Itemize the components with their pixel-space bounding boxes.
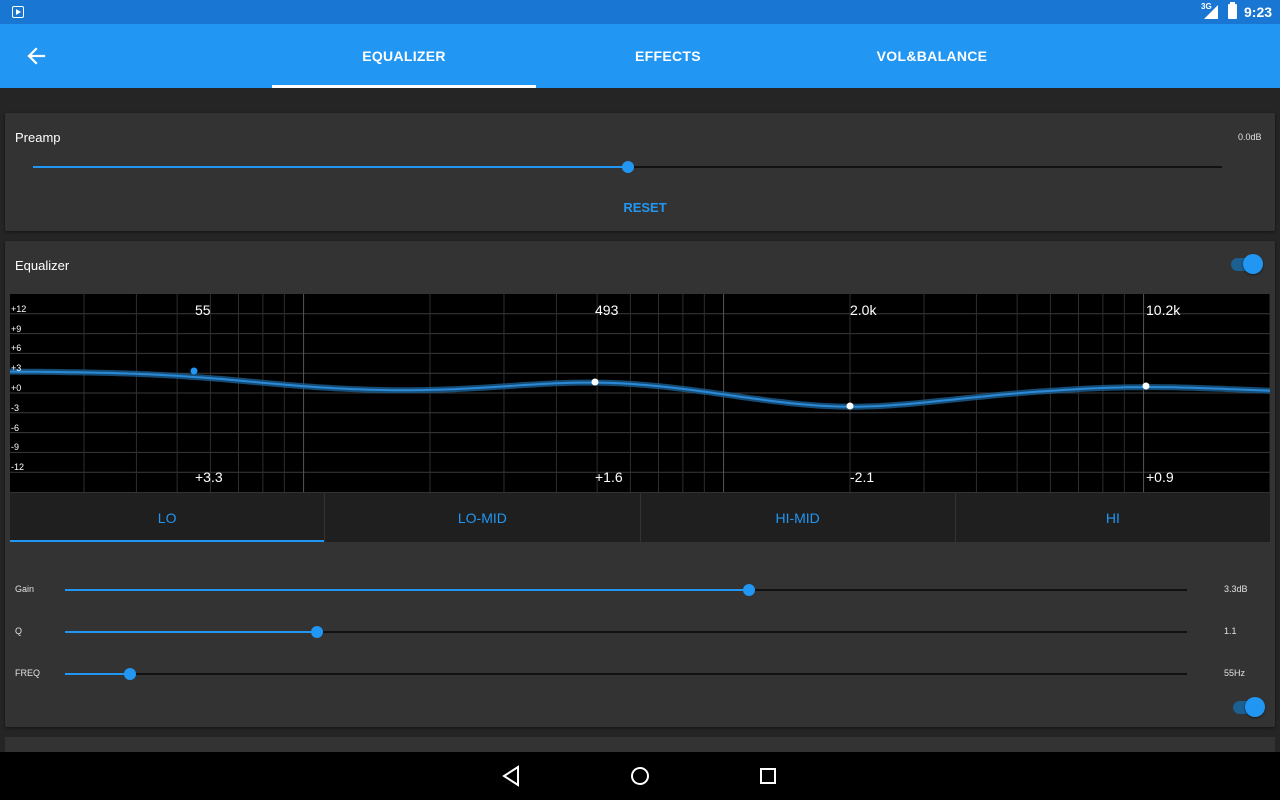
status-bar: 3G 9:23 (0, 0, 1280, 24)
band-tab-hi-mid[interactable]: HI-MID (641, 493, 956, 542)
band-tabs: LO LO-MID HI-MID HI (10, 493, 1270, 542)
band-gain-label: -2.1 (850, 469, 875, 485)
freq-slider[interactable] (65, 664, 1187, 684)
equalizer-title: Equalizer (15, 258, 70, 273)
band-marker (1142, 382, 1150, 390)
freq-value: 55Hz (1224, 668, 1246, 678)
eq-response-graph[interactable]: +12 +9 +6 +3 +0 -3 -6 -9 -12 55 493 2.0k… (10, 294, 1270, 492)
circle-home-icon (631, 767, 649, 785)
db-label: -3 (11, 403, 20, 413)
nav-back-button[interactable] (500, 764, 524, 788)
square-recents-icon (760, 768, 776, 784)
db-label: -6 (11, 423, 20, 433)
db-label: -9 (11, 442, 20, 452)
band-enable-toggle[interactable] (1233, 697, 1267, 717)
equalizer-toggle[interactable] (1231, 254, 1265, 274)
navigation-bar (0, 752, 1280, 800)
band-marker (846, 402, 854, 410)
back-button[interactable] (18, 38, 54, 74)
eq-grid (10, 294, 1270, 492)
preamp-title: Preamp (15, 130, 61, 145)
nav-recents-button[interactable] (756, 764, 780, 788)
battery-icon (1228, 2, 1237, 19)
gain-slider[interactable] (65, 580, 1187, 600)
preamp-slider[interactable] (33, 157, 1222, 177)
slider-thumb[interactable] (124, 668, 137, 680)
band-freq-label: 55 (195, 302, 211, 318)
preamp-card: Preamp 0.0dB RESET (5, 113, 1275, 231)
db-label: +3 (11, 363, 22, 373)
equalizer-card: Equalizer +12 +9 +6 +3 +0 -3 -6 -9 -12 5… (5, 241, 1275, 727)
band-tab-hi[interactable]: HI (956, 493, 1270, 542)
gain-value: 3.3dB (1224, 584, 1248, 594)
reset-button[interactable]: RESET (605, 195, 685, 219)
tab-vol-balance[interactable]: VOL&BALANCE (800, 24, 1064, 88)
app-bar: EQUALIZER EFFECTS VOL&BALANCE (0, 24, 1280, 88)
band-tab-lo-mid[interactable]: LO-MID (325, 493, 641, 542)
triangle-back-icon (502, 765, 519, 787)
preamp-value: 0.0dB (1238, 132, 1262, 142)
clock: 9:23 (1244, 4, 1273, 20)
tab-equalizer[interactable]: EQUALIZER (272, 24, 536, 88)
gain-label: Gain (15, 584, 35, 594)
slider-thumb[interactable] (621, 161, 634, 173)
db-label: +6 (11, 343, 22, 353)
db-label: +0 (11, 383, 22, 393)
freq-label: FREQ (15, 668, 41, 678)
band-freq-label: 493 (595, 302, 619, 318)
q-slider[interactable] (65, 622, 1187, 642)
q-value: 1.1 (1224, 626, 1237, 636)
db-label: +9 (11, 324, 22, 334)
slider-thumb[interactable] (311, 626, 324, 638)
band-freq-label: 2.0k (850, 302, 877, 318)
arrow-back-icon (27, 47, 46, 65)
band-marker (591, 378, 599, 386)
db-label: +12 (11, 304, 27, 314)
slider-thumb[interactable] (743, 584, 756, 596)
band-freq-label: 10.2k (1146, 302, 1181, 318)
eq-curve (10, 370, 1270, 408)
db-label: -12 (11, 462, 25, 472)
nav-home-button[interactable] (628, 764, 652, 788)
tab-effects[interactable]: EFFECTS (536, 24, 800, 88)
notification-app-icon (12, 6, 24, 18)
band-gain-label: +3.3 (195, 469, 223, 485)
band-marker (190, 367, 198, 375)
q-label: Q (15, 626, 23, 636)
band-gain-label: +1.6 (595, 469, 623, 485)
band-gain-label: +0.9 (1146, 469, 1174, 485)
band-tab-lo[interactable]: LO (10, 493, 326, 542)
signal-icon (1204, 5, 1218, 19)
